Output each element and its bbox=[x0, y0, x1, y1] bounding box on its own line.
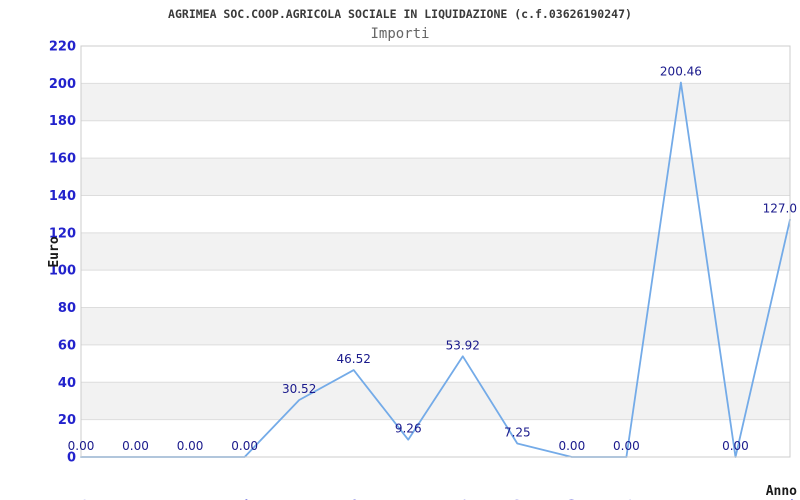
chart-subtitle: Importi bbox=[370, 26, 429, 42]
y-tick-label: 20 bbox=[58, 413, 76, 428]
data-point-label: 0.00 bbox=[231, 439, 258, 453]
y-tick-label: 220 bbox=[49, 40, 76, 55]
data-point-label: 53.92 bbox=[446, 338, 480, 352]
data-point-label: 0.00 bbox=[722, 439, 749, 453]
data-point-label: 0.00 bbox=[68, 439, 95, 453]
data-point-label: 30.52 bbox=[282, 382, 316, 396]
data-point-label: 127.0 bbox=[763, 202, 797, 216]
data-point-label: 0.00 bbox=[177, 439, 204, 453]
y-tick-label: 60 bbox=[58, 338, 76, 353]
y-axis-title: Euro bbox=[47, 236, 62, 267]
y-tick-label: 180 bbox=[49, 114, 76, 129]
importi-line-chart: 020406080100120140160180200220 201120122… bbox=[0, 0, 800, 500]
data-point-label: 7.25 bbox=[504, 425, 531, 439]
y-tick-label: 80 bbox=[58, 301, 76, 316]
band bbox=[81, 307, 790, 345]
band bbox=[81, 232, 790, 271]
data-point-label: 0.00 bbox=[558, 439, 585, 453]
data-point-label: 0.00 bbox=[122, 439, 149, 453]
data-point-label: 0.00 bbox=[613, 439, 640, 453]
chart-title: AGRIMEA SOC.COOP.AGRICOLA SOCIALE IN LIQ… bbox=[168, 7, 632, 21]
y-tick-label: 200 bbox=[49, 77, 76, 92]
data-point-label: 46.52 bbox=[337, 352, 371, 366]
band bbox=[81, 158, 790, 196]
y-tick-label: 160 bbox=[49, 152, 76, 167]
data-point-label: 9.26 bbox=[395, 422, 422, 436]
x-axis-title: Anno bbox=[766, 484, 797, 499]
band bbox=[81, 382, 790, 420]
plot-bands bbox=[81, 83, 790, 420]
y-tick-label: 140 bbox=[49, 189, 76, 204]
data-point-label: 200.46 bbox=[660, 65, 702, 79]
plot-canvas: 020406080100120140160180200220 201120122… bbox=[47, 7, 799, 500]
y-tick-label: 40 bbox=[58, 376, 76, 391]
